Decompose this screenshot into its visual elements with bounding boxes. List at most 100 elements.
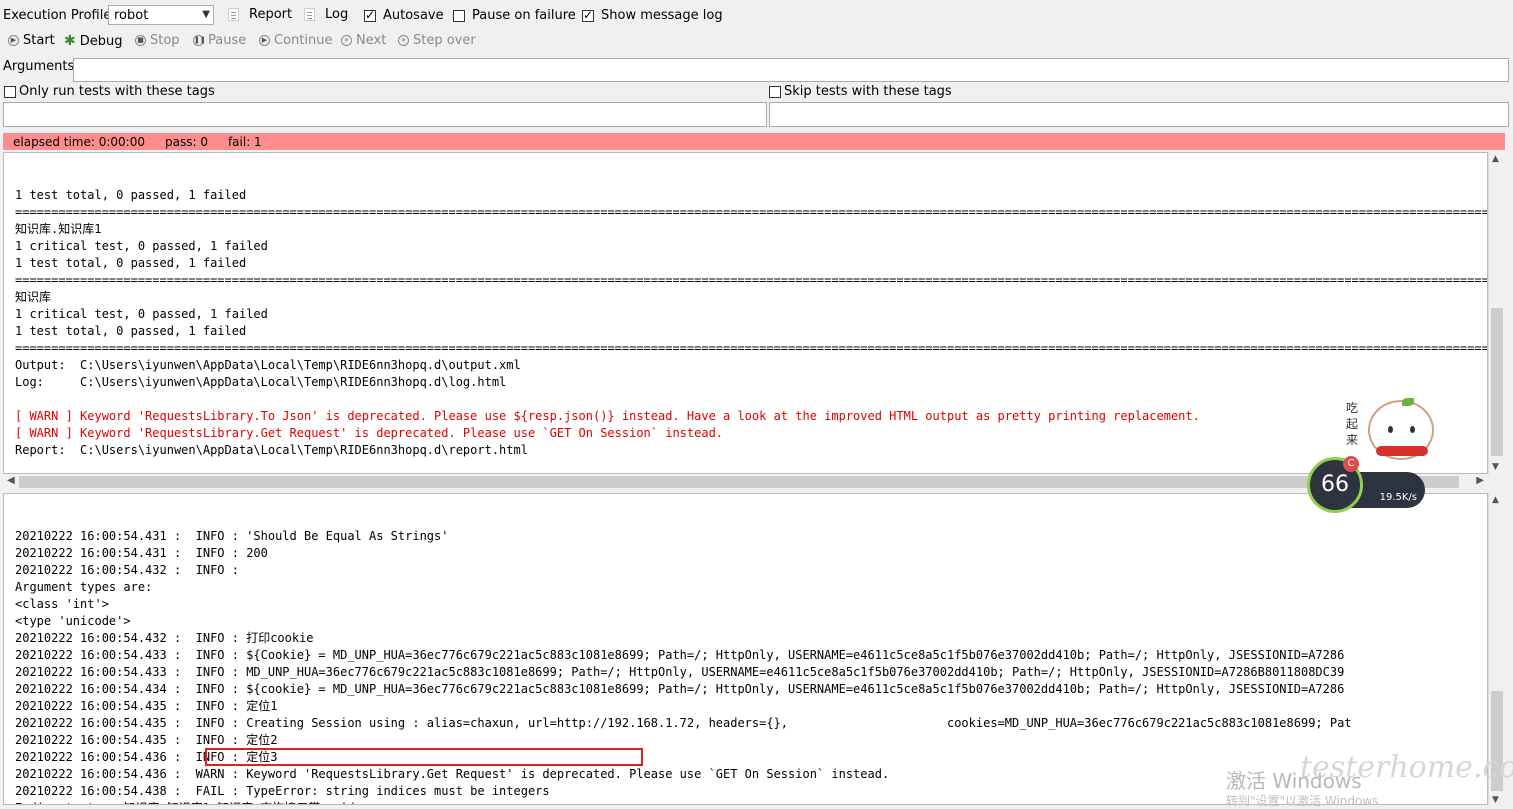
- step-over-icon: »: [398, 35, 409, 46]
- chevron-down-icon: ▼: [202, 9, 210, 20]
- console-output-vscrollbar[interactable]: ▲ ▼: [1488, 152, 1504, 474]
- execution-profile-label: Execution Profile:: [3, 7, 116, 23]
- stop-label: Stop: [150, 33, 180, 48]
- mascot-eye-left: [1388, 426, 1393, 433]
- arguments-label-wrap: Arguments:: [3, 59, 79, 74]
- net-speed: 19.5K/s: [1379, 492, 1417, 503]
- message-log-line: 20210222 16:00:54.434 : INFO : ${cookie}…: [15, 682, 1345, 696]
- report-toggle[interactable]: Report: [228, 7, 292, 22]
- pause-label: Pause: [208, 33, 247, 48]
- execution-profile-row: Execution Profile:: [3, 4, 116, 26]
- gauge-percent: 66: [1321, 472, 1349, 497]
- fail-highlight-box: [205, 748, 643, 766]
- console-output-lines: 1 test total, 0 passed, 1 failed ========…: [4, 187, 1488, 473]
- bug-icon: ✱: [64, 33, 76, 49]
- debug-label: Debug: [79, 33, 123, 49]
- scroll-left-icon[interactable]: ◀: [7, 475, 15, 486]
- activate-windows-subtext: 转到"设置"以激活 Windows: [1226, 794, 1379, 808]
- fail-count: fail: 1: [227, 134, 262, 149]
- next-label: Next: [356, 33, 387, 48]
- next-icon: »: [341, 35, 352, 46]
- only-run-tags-input[interactable]: [3, 102, 767, 127]
- console-line: ========================================…: [15, 341, 1488, 355]
- arguments-input[interactable]: [73, 58, 1509, 82]
- autosave-checkbox[interactable]: Autosave: [364, 8, 444, 23]
- console-output-hscroll-thumb[interactable]: [19, 476, 1459, 488]
- next-button[interactable]: » Next: [341, 33, 386, 48]
- log-icon: [304, 8, 315, 21]
- execution-profile-select[interactable]: robot ▼: [108, 5, 214, 25]
- console-line: 知识库: [15, 290, 52, 304]
- step-over-label: Step over: [413, 33, 476, 48]
- start-button[interactable]: ▶ Start: [8, 33, 55, 48]
- skip-tags-label: Skip tests with these tags: [784, 84, 952, 99]
- scroll-right-icon[interactable]: ▶: [1476, 475, 1484, 486]
- log-toggle[interactable]: Log: [304, 7, 348, 22]
- scroll-down-icon[interactable]: ▼: [1492, 795, 1499, 805]
- console-line: ========================================…: [15, 205, 1488, 219]
- console-line: Log: C:\Users\iyunwen\AppData\Local\Temp…: [15, 375, 507, 389]
- console-warn-line: [ WARN ] Keyword 'RequestsLibrary.Get Re…: [15, 426, 724, 440]
- show-message-log-label: Show message log: [601, 8, 723, 23]
- scroll-up-icon[interactable]: ▲: [1492, 495, 1499, 505]
- message-log-line: 20210222 16:00:54.435 : INFO : 定位1: [15, 699, 278, 713]
- console-line: 1 critical test, 0 passed, 1 failed: [15, 239, 268, 253]
- console-output-hscrollbar[interactable]: ◀ ▶: [3, 474, 1488, 490]
- scroll-up-icon[interactable]: ▲: [1492, 154, 1499, 164]
- activate-windows-watermark: 激活 Windows: [1226, 769, 1362, 793]
- pause-on-failure-label: Pause on failure: [472, 8, 576, 23]
- console-line: ========================================…: [15, 273, 1488, 287]
- only-run-tags-check-icon[interactable]: [4, 85, 16, 98]
- console-line: 1 test total, 0 passed, 1 failed: [15, 324, 247, 338]
- continue-label: Continue: [274, 33, 333, 48]
- console-output-pane[interactable]: 1 test total, 0 passed, 1 failed ========…: [3, 152, 1488, 474]
- start-label: Start: [23, 33, 55, 48]
- message-log-line: 20210222 16:00:54.431 : INFO : 'Should B…: [15, 529, 449, 543]
- debug-button[interactable]: ✱ Debug: [64, 33, 123, 49]
- stop-button[interactable]: ■ Stop: [135, 33, 180, 48]
- stop-icon: ■: [135, 35, 146, 46]
- arguments-label: Arguments:: [3, 59, 79, 74]
- console-warn-line: [ WARN ] Keyword 'RequestsLibrary.To Jso…: [15, 409, 1200, 423]
- message-log-line: 20210222 16:00:54.432 : INFO : 打印cookie: [15, 631, 314, 645]
- scroll-down-icon[interactable]: ▼: [1492, 462, 1499, 472]
- execution-profile-value: robot: [114, 8, 149, 23]
- console-line: Output: C:\Users\iyunwen\AppData\Local\T…: [15, 358, 521, 372]
- pause-on-failure-checkbox[interactable]: Pause on failure: [453, 8, 576, 23]
- only-run-tags-checkbox[interactable]: Only run tests with these tags: [4, 84, 215, 99]
- pause-button[interactable]: ❚❚ Pause: [193, 33, 246, 48]
- skip-tags-check-icon[interactable]: [769, 85, 781, 98]
- message-log-line: 20210222 16:00:54.433 : INFO : MD_UNP_HU…: [15, 665, 1345, 679]
- console-line: 1 test total, 0 passed, 1 failed: [15, 256, 247, 270]
- log-label: Log: [325, 7, 349, 22]
- console-line: 1 critical test, 0 passed, 1 failed: [15, 307, 268, 321]
- show-message-log-check-icon[interactable]: [582, 8, 594, 22]
- show-message-log-checkbox[interactable]: Show message log: [582, 8, 723, 23]
- only-run-tags-label: Only run tests with these tags: [19, 84, 215, 99]
- mascot-caption: 吃起来: [1346, 401, 1359, 447]
- autosave-check-icon[interactable]: [364, 8, 376, 22]
- message-log-line: 20210222 16:00:54.435 : INFO : 定位2: [15, 733, 278, 747]
- pass-count: pass: 0: [164, 134, 208, 149]
- mascot-scarf: [1376, 446, 1428, 456]
- skip-tags-input[interactable]: [769, 102, 1509, 127]
- step-over-button[interactable]: » Step over: [398, 33, 476, 48]
- message-log-line: 20210222 16:00:54.431 : INFO : 200: [15, 546, 268, 560]
- console-line: 1 test total, 0 passed, 1 failed: [15, 188, 247, 202]
- message-log-line: <class 'int'>: [15, 597, 109, 611]
- report-icon: [228, 8, 239, 21]
- pause-icon: ❚❚: [193, 35, 206, 46]
- play-icon: ▶: [8, 35, 19, 46]
- message-log-line: <type 'unicode'>: [15, 614, 131, 628]
- message-log-line: 20210222 16:00:54.432 : INFO :: [15, 563, 239, 577]
- console-line: Report: C:\Users\iyunwen\AppData\Local\T…: [15, 443, 528, 457]
- pause-on-failure-check-icon[interactable]: [453, 9, 465, 22]
- run-status-bar: elapsed time: 0:00:00 pass: 0 fail: 1: [3, 133, 1505, 150]
- console-output-vscroll-thumb[interactable]: [1491, 308, 1503, 456]
- continue-button[interactable]: ▶ Continue: [259, 33, 332, 48]
- skip-tags-checkbox[interactable]: Skip tests with these tags: [769, 84, 952, 99]
- autosave-label: Autosave: [383, 8, 444, 23]
- mascot-icon[interactable]: [1368, 400, 1434, 460]
